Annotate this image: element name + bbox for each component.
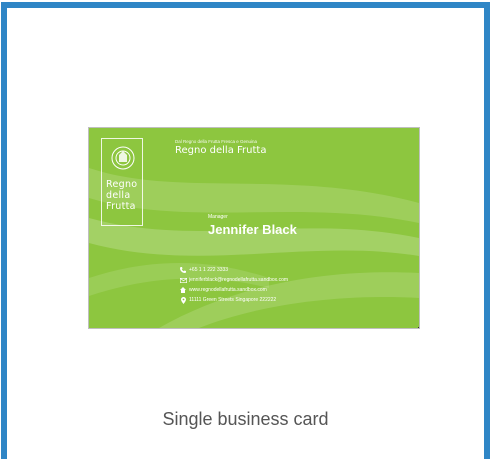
- product-tile[interactable]: Regno della Frutta Dal Regno della Frutt…: [1, 2, 490, 459]
- location-pin-icon: [177, 296, 189, 304]
- contact-web-text: www.regnodellafrutta.sandbox.com: [189, 287, 267, 293]
- logo-word-3: Frutta: [106, 201, 136, 212]
- logo-word-2: della: [106, 190, 131, 201]
- contact-row-email: jenniferblack@regnodellafrutta.sandbox.c…: [177, 275, 288, 285]
- contact-row-phone: +65 1 1 222 3333: [177, 265, 288, 275]
- card-tagline: Dal Regno della Frutta Fresca e Genuina: [175, 139, 258, 144]
- business-card-preview[interactable]: Regno della Frutta Dal Regno della Frutt…: [89, 128, 419, 328]
- contact-row-web: www.regnodellafrutta.sandbox.com: [177, 285, 288, 295]
- card-person-name: Jennifer Black: [208, 222, 297, 237]
- contact-row-address: 11111 Green Streets Singapore 222222: [177, 295, 288, 305]
- brand-logo: Regno della Frutta: [101, 138, 143, 226]
- card-contact-list: +65 1 1 222 3333 jenniferblack@regnodell…: [177, 265, 288, 305]
- logo-word-1: Regno: [106, 179, 138, 190]
- card-job-title: Manager: [208, 214, 228, 220]
- product-caption[interactable]: Single business card: [7, 409, 484, 430]
- card-resize-handle: [418, 327, 419, 328]
- home-icon: [177, 287, 189, 293]
- contact-phone-text: +65 1 1 222 3333: [189, 267, 229, 273]
- card-brand-name: Regno della Frutta: [175, 145, 267, 156]
- phone-icon: [177, 267, 189, 273]
- contact-email-text: jenniferblack@regnodellafrutta.sandbox.c…: [189, 277, 289, 283]
- crest-icon: [111, 146, 135, 170]
- email-icon: [177, 277, 189, 283]
- contact-address-text: 11111 Green Streets Singapore 222222: [189, 297, 277, 303]
